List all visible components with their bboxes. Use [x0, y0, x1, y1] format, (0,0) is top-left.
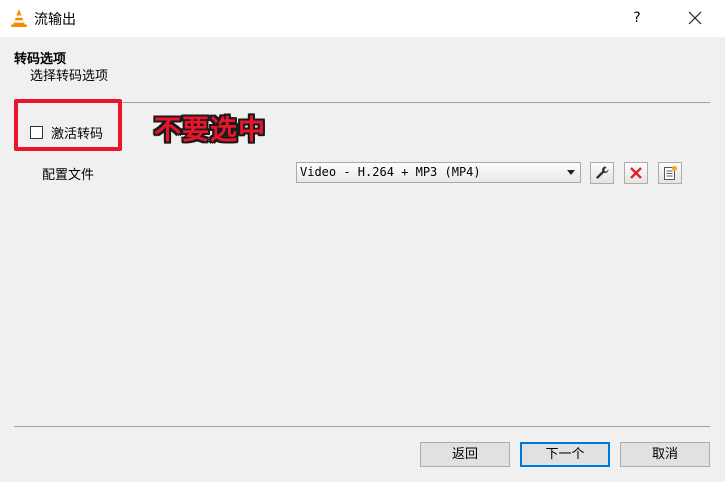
next-button[interactable]: 下一个: [520, 442, 610, 467]
new-profile-button[interactable]: [658, 162, 682, 184]
chevron-down-icon: [567, 170, 575, 175]
activate-transcode-checkbox[interactable]: [30, 125, 43, 139]
vlc-cone-icon: [11, 9, 27, 27]
close-icon[interactable]: [680, 3, 710, 33]
page-subtitle: 选择转码选项: [30, 69, 109, 84]
delete-profile-button[interactable]: [624, 162, 648, 184]
delete-icon: [630, 167, 642, 179]
back-button[interactable]: 返回: [420, 442, 510, 467]
profile-select[interactable]: Video - H.264 + MP3 (MP4): [296, 162, 581, 183]
title-bar: 流输出 ?: [0, 0, 725, 37]
wrench-icon: [596, 166, 609, 179]
new-profile-icon: [664, 166, 677, 180]
profile-label: 配置文件: [42, 168, 95, 183]
activate-transcode-row[interactable]: 激活转码: [30, 123, 103, 142]
help-button[interactable]: ?: [621, 3, 653, 33]
edit-profile-button[interactable]: [590, 162, 614, 184]
cancel-button[interactable]: 取消: [620, 442, 710, 467]
window-title: 流输出: [34, 12, 76, 28]
footer-divider: [14, 426, 710, 427]
annotation-text: 不要选中: [154, 115, 266, 146]
profile-selected-value: Video - H.264 + MP3 (MP4): [300, 165, 481, 179]
activate-transcode-label[interactable]: 激活转码: [51, 123, 103, 142]
